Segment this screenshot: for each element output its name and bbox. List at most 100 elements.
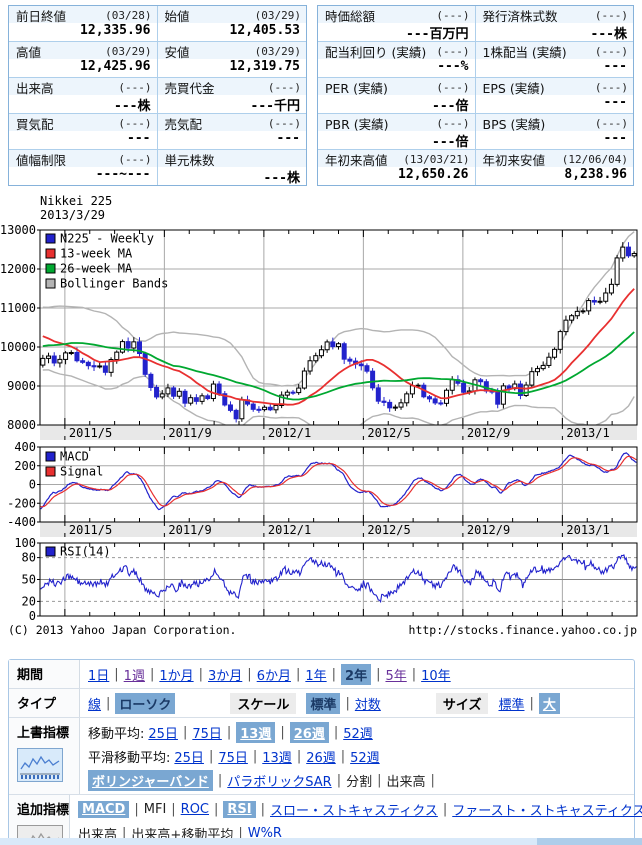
quote-label: 年初来安値 [483,150,546,169]
controls-row-content: 線|ローソクスケール標準|対数サイズ標準|大 [80,689,634,717]
control-option: 2年 [341,664,371,685]
legend-label: 26-week MA [60,262,133,276]
control-option[interactable]: 75日 [218,747,248,766]
quote-cell: 売買代金(---)---千円 [158,78,307,114]
bottom-strip-dark [537,838,642,845]
control-option[interactable]: 1週 [124,665,145,684]
separator: | [376,667,380,682]
x-axis-label: 2011/5 [69,426,112,440]
separator: | [114,667,118,682]
quote-date: (---) [436,81,469,94]
quote-date: (---) [595,45,628,58]
control-option[interactable]: 1年 [305,665,326,684]
quote-value: ---% [318,59,475,77]
quote-value: --- [476,95,634,113]
control-option[interactable]: 対数 [355,694,381,713]
quote-cell: 前日終値(03/28)12,335.96 [9,6,158,42]
control-option[interactable]: RSI [223,801,255,818]
controls-row-label-cell: タイプ [9,689,80,717]
quote-date: (---) [595,9,628,22]
control-option[interactable]: 1か月 [159,665,193,684]
quote-date: (03/29) [255,45,301,58]
quote-cell: 発行済株式数 (---)---株 [476,6,634,42]
chart-title-block: Nikkei 225 2013/3/29 [40,194,112,222]
quote-value: 12,650.26 [318,167,475,185]
quote-value: ---株 [476,23,634,41]
controls-line: 1日|1週|1か月|3か月|6か月|1年|2年|5年|10年 [88,662,626,686]
separator: | [345,696,349,711]
control-option[interactable]: 3か月 [208,665,242,684]
controls-row-content: 1日|1週|1か月|3か月|6か月|1年|2年|5年|10年 [80,660,634,688]
control-option[interactable]: スロー・ストキャスティクス [270,800,438,819]
quote-date: (12/06/04) [562,153,628,166]
control-option[interactable]: 25日 [148,723,178,742]
quote-value: --- [476,59,634,77]
control-option[interactable]: 52週 [350,747,380,766]
legend-swatch [46,467,55,476]
quote-table-left: 前日終値(03/28)12,335.96始値(03/29)12,405.53高値… [8,5,307,186]
control-option[interactable]: 標準 [498,694,524,713]
y-axis-label: 0 [29,478,36,492]
chart-controls-panel: 期間1日|1週|1か月|3か月|6か月|1年|2年|5年|10年タイプ線|ローソ… [8,659,635,845]
controls-line: ボリンジャーバンド|パラボリックSAR|分割|出来高| [88,768,626,792]
bottom-strip [0,838,642,845]
controls-row-label: 期間 [17,668,43,683]
y-axis-label: 80 [22,551,36,565]
quote-label: 発行済株式数 [483,6,558,25]
y-axis-label: 12000 [0,262,36,276]
quote-table-right: 時価総額(---)---百万円発行済株式数(---)---株配当利回り (実績)… [317,5,634,186]
quote-label: 1株配当 (実績) [483,42,567,61]
quote-label: 出来高 [16,78,54,97]
quote-label: 年初来高値 [325,150,388,169]
control-option[interactable]: 6か月 [257,665,291,684]
legend-swatch [46,249,55,258]
control-option[interactable]: 大 [539,693,560,714]
control-option[interactable]: 26週 [306,747,336,766]
controls-sublabel: サイズ [436,693,489,714]
controls-row-label: タイプ [17,697,56,712]
control-option[interactable]: 75日 [192,723,222,742]
separator: | [218,773,222,788]
control-option[interactable]: 26週 [290,722,329,743]
control-option[interactable]: 5年 [385,665,406,684]
overlay-indicator-thumbnail-icon [17,748,63,782]
quote-cell: EPS (実績)(---)--- [476,78,634,114]
control-option[interactable]: 52週 [343,723,373,742]
y-axis-label: 10000 [0,340,36,354]
control-option[interactable]: ファースト・ストキャスティクス [452,800,642,819]
control-option: 平滑移動平均: [88,747,170,766]
quote-value: 12,425.96 [9,59,157,77]
quote-date: (03/29) [105,45,151,58]
control-option[interactable]: 1日 [88,665,109,684]
x-axis-label: 2013/1 [566,523,609,537]
control-option[interactable]: 13週 [262,747,292,766]
controls-line: MACD|MFI|ROC|RSI|スロー・ストキャスティクス|ファースト・ストキ… [78,797,642,821]
quote-label: 配当利回り (実績) [325,42,426,61]
control-option[interactable]: MACD [78,801,129,818]
separator: | [377,773,381,788]
controls-row: 期間1日|1週|1か月|3か月|6か月|1年|2年|5年|10年 [9,660,634,689]
controls-row-label-cell: 期間 [9,660,80,688]
quote-value: ---~--- [9,167,157,185]
control-option[interactable]: 線 [88,694,101,713]
quote-date: (---) [118,81,151,94]
control-option[interactable]: 13週 [236,722,275,743]
control-option[interactable]: ROC [181,802,209,817]
date-axis-band [40,425,637,440]
separator: | [443,802,447,817]
price-chart: 2011/52011/92012/12012/52012/92013/12011… [0,225,642,625]
y-axis-label: -200 [7,496,36,510]
control-option[interactable]: パラボリックSAR [227,771,331,790]
legend-swatch [46,279,55,288]
quote-label: EPS (実績) [483,78,545,97]
control-option[interactable]: 10年 [421,665,451,684]
separator: | [183,725,187,740]
x-axis-label: 2012/9 [467,426,510,440]
x-axis-label: 2012/1 [268,426,311,440]
date-axis-band [40,522,637,537]
control-option[interactable]: ボリンジャーバンド [88,770,213,791]
quote-value: 12,405.53 [158,23,307,41]
quote-value: ---株 [158,167,307,185]
control-option[interactable]: 25日 [174,747,204,766]
separator: | [332,667,336,682]
